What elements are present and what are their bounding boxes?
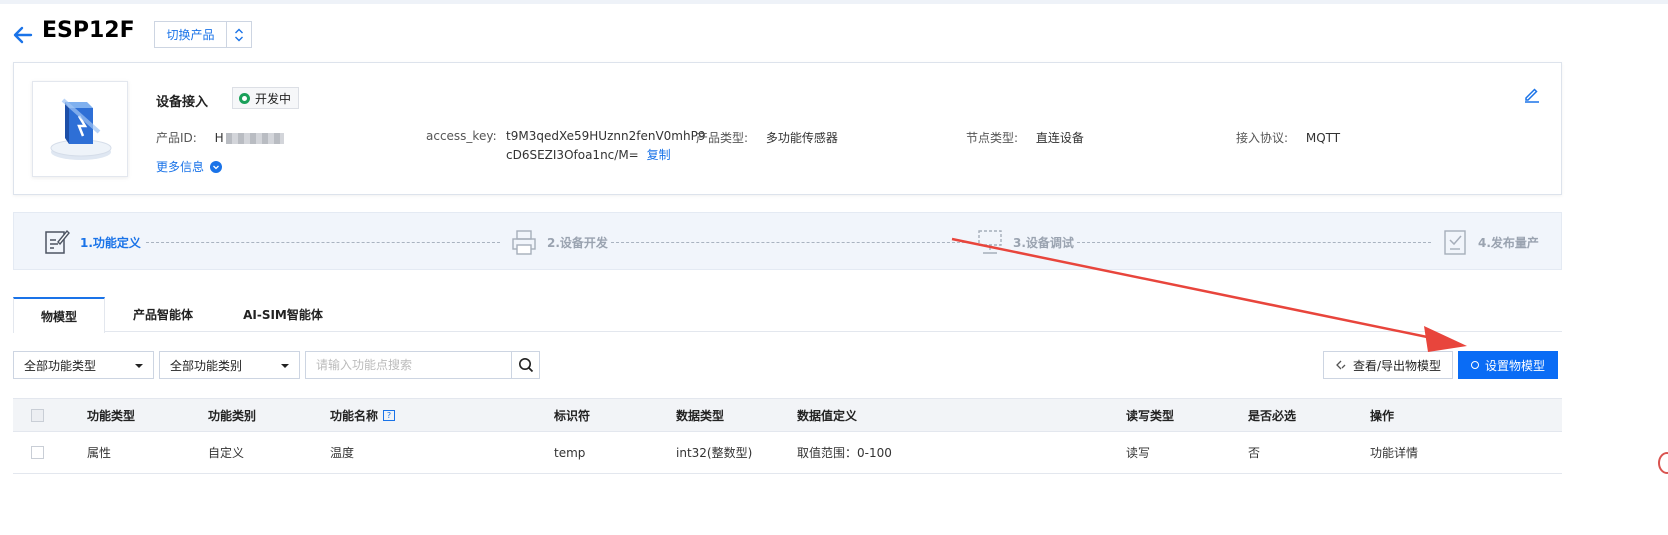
step-release-production[interactable]: 4.发布量产 bbox=[1442, 213, 1539, 271]
access-key-value-line2-wrap: cD6SEZI3Ofoa1nc/M= 复制 bbox=[506, 146, 671, 163]
node-type-key: 节点类型: bbox=[966, 131, 1019, 145]
copy-link[interactable]: 复制 bbox=[647, 148, 671, 162]
product-id-key: 产品ID: bbox=[156, 131, 197, 145]
node-type-field: 节点类型: 直连设备 bbox=[966, 129, 1084, 146]
tab-bar: 物模型 产品智能体 AI-SIM智能体 bbox=[13, 297, 1562, 333]
cell-data-type: int32(整数型) bbox=[676, 446, 753, 460]
col-required: 是否必选 bbox=[1248, 408, 1297, 423]
cell-function-type: 属性 bbox=[87, 446, 112, 460]
search-button[interactable] bbox=[511, 352, 539, 378]
function-search bbox=[305, 351, 540, 379]
step-label: 1.功能定义 bbox=[80, 235, 141, 250]
step-label: 4.发布量产 bbox=[1478, 235, 1539, 250]
access-key-field: access_key: bbox=[426, 129, 497, 143]
product-type-field: 产品类型: 多功能传感器 bbox=[696, 129, 838, 146]
device-access-label: 设备接入 bbox=[156, 95, 209, 110]
progress-steps: 1.功能定义 2.设备开发 3.设备调试 4.发布量产 bbox=[13, 212, 1562, 270]
function-category-value: 全部功能类别 bbox=[170, 358, 243, 373]
col-identifier: 标识符 bbox=[554, 408, 591, 423]
protocol-field: 接入协议: MQTT bbox=[1236, 129, 1340, 146]
switch-product-button[interactable]: 切换产品 bbox=[154, 21, 252, 48]
function-type-select[interactable]: 全部功能类型 bbox=[13, 351, 154, 379]
set-thing-model-button[interactable]: 设置物模型 bbox=[1458, 351, 1558, 379]
step-label: 2.设备开发 bbox=[547, 235, 608, 250]
more-info-label: 更多信息 bbox=[156, 160, 205, 174]
cell-rw-type: 读写 bbox=[1126, 446, 1151, 460]
access-key-value-line1: t9M3qedXe59HUznn2fenV0mhP9 bbox=[506, 129, 706, 143]
step-divider bbox=[1077, 242, 1431, 243]
search-input[interactable] bbox=[306, 352, 511, 378]
product-id-field: 产品ID: H bbox=[156, 129, 284, 146]
view-export-model-button[interactable]: 查看/导出物模型 bbox=[1323, 351, 1453, 379]
chevron-down-icon bbox=[210, 160, 223, 173]
protocol-value: MQTT bbox=[1305, 131, 1341, 145]
product-image bbox=[32, 81, 128, 177]
back-arrow-icon[interactable] bbox=[12, 24, 34, 46]
top-bar: ESP12F 切换产品 bbox=[0, 0, 1668, 62]
table-row: 属性 自定义 温度 temp int32(整数型) 取值范围：0-100 读写 … bbox=[13, 432, 1562, 474]
access-key-key: access_key: bbox=[426, 129, 497, 143]
cell-required: 否 bbox=[1248, 446, 1261, 460]
printer-icon bbox=[512, 230, 536, 255]
tab-thing-model[interactable]: 物模型 bbox=[13, 297, 105, 333]
tab-product-agent[interactable]: 产品智能体 bbox=[111, 297, 215, 332]
switch-product-label: 切换产品 bbox=[166, 28, 215, 42]
status-text: 开发中 bbox=[255, 91, 292, 106]
cell-identifier: temp bbox=[554, 445, 586, 460]
caret-down-icon bbox=[135, 364, 143, 368]
more-info-link[interactable]: 更多信息 bbox=[156, 158, 223, 175]
col-function-type: 功能类型 bbox=[87, 408, 136, 423]
col-function-name: 功能名称 ? bbox=[330, 399, 396, 431]
select-all-checkbox[interactable] bbox=[31, 399, 44, 431]
cell-function-category: 自定义 bbox=[208, 446, 245, 460]
protocol-key: 接入协议: bbox=[1236, 131, 1289, 145]
node-type-value: 直连设备 bbox=[1035, 131, 1084, 145]
step-device-development[interactable]: 2.设备开发 bbox=[511, 213, 608, 271]
edge-floating-button[interactable] bbox=[1658, 452, 1668, 474]
page-title: ESP12F bbox=[42, 18, 135, 43]
cell-function-name: 温度 bbox=[330, 446, 355, 460]
col-data-definition: 数据值定义 bbox=[797, 408, 858, 423]
search-icon bbox=[518, 358, 533, 373]
function-type-value: 全部功能类型 bbox=[24, 358, 97, 373]
masked-id bbox=[225, 133, 284, 144]
product-id-value: H bbox=[214, 131, 224, 145]
view-export-label: 查看/导出物模型 bbox=[1352, 358, 1442, 373]
col-function-name-label: 功能名称 bbox=[330, 408, 379, 423]
row-checkbox[interactable] bbox=[31, 432, 44, 473]
step-divider bbox=[611, 242, 965, 243]
caret-down-icon bbox=[281, 364, 289, 368]
access-key-value-line2: cD6SEZI3Ofoa1nc/M= bbox=[506, 148, 639, 162]
step-device-debugging[interactable]: 3.设备调试 bbox=[977, 213, 1074, 271]
step-function-definition[interactable]: 1.功能定义 bbox=[44, 213, 141, 271]
thing-model-table: 功能类型 功能类别 功能名称 ? 标识符 数据类型 数据值定义 读写类型 是否必… bbox=[13, 398, 1562, 474]
help-icon[interactable]: ? bbox=[383, 409, 396, 421]
set-model-label: 设置物模型 bbox=[1484, 358, 1545, 373]
function-detail-link[interactable]: 功能详情 bbox=[1370, 432, 1418, 473]
col-rw-type: 读写类型 bbox=[1126, 408, 1175, 423]
product-type-value: 多功能传感器 bbox=[765, 131, 838, 145]
status-dot-icon bbox=[239, 92, 250, 104]
step-divider bbox=[146, 242, 500, 243]
product-type-key: 产品类型: bbox=[696, 131, 749, 145]
code-icon bbox=[1336, 360, 1346, 370]
settings-icon bbox=[1470, 361, 1479, 369]
tab-ai-sim-agent[interactable]: AI-SIM智能体 bbox=[227, 297, 339, 332]
status-badge: 开发中 bbox=[232, 87, 300, 109]
table-header: 功能类型 功能类别 功能名称 ? 标识符 数据类型 数据值定义 读写类型 是否必… bbox=[13, 398, 1562, 432]
col-actions: 操作 bbox=[1370, 408, 1395, 423]
checklist-icon bbox=[1444, 230, 1466, 255]
cell-data-definition: 取值范围：0-100 bbox=[797, 446, 892, 460]
edit-icon[interactable] bbox=[1523, 85, 1541, 103]
step-label: 3.设备调试 bbox=[1013, 235, 1074, 250]
product-info-card: 设备接入 开发中 产品ID: H access_key: t9M3qedXe59… bbox=[13, 62, 1562, 195]
col-function-category: 功能类别 bbox=[208, 408, 257, 423]
col-data-type: 数据类型 bbox=[676, 408, 725, 423]
debug-screen-icon bbox=[978, 230, 1002, 254]
up-down-chevron-icon bbox=[226, 22, 251, 47]
function-category-select[interactable]: 全部功能类别 bbox=[159, 351, 300, 379]
edit-document-icon bbox=[45, 229, 70, 254]
